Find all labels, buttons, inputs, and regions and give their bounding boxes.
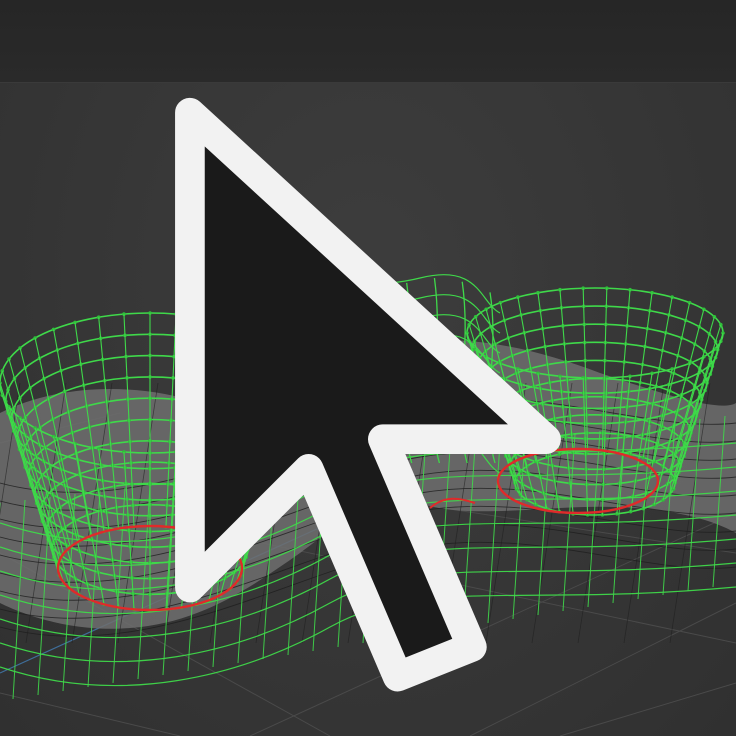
- header-bar: [0, 0, 736, 83]
- 3d-viewport[interactable]: [0, 83, 736, 736]
- modeling-app: [0, 0, 736, 736]
- arrow-cursor-icon: [175, 97, 561, 692]
